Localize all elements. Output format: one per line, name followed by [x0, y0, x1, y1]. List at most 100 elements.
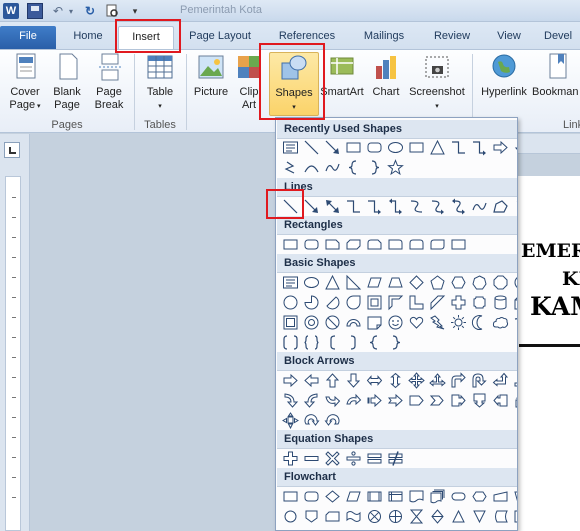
flowchart-connector-shape[interactable] — [280, 506, 300, 526]
quad-arrow-callout-shape[interactable] — [280, 410, 300, 430]
round-single-corner-rectangle-shape[interactable] — [385, 234, 405, 254]
table-button[interactable]: Table ▾ — [140, 52, 180, 116]
striped-right-arrow-shape[interactable] — [364, 390, 384, 410]
save-icon[interactable] — [27, 3, 43, 19]
tab-home[interactable]: Home — [65, 26, 111, 49]
double-brace-shape[interactable] — [301, 332, 321, 352]
double-bracket-shape[interactable] — [280, 332, 300, 352]
triangle-shape[interactable] — [427, 137, 447, 157]
tab-developer[interactable]: Devel — [544, 26, 580, 49]
screenshot-button[interactable]: Screenshot ▾ — [406, 52, 468, 116]
left-bracket-shape[interactable] — [322, 332, 342, 352]
flowchart-multidocument-shape[interactable] — [427, 486, 447, 506]
bent-up-arrow-shape[interactable] — [511, 370, 517, 390]
tab-view[interactable]: View — [488, 26, 530, 49]
flowchart-delay-shape[interactable] — [511, 506, 517, 526]
flowchart-collate-shape[interactable] — [406, 506, 426, 526]
snip-diagonal-rectangle-shape[interactable] — [343, 234, 363, 254]
rounded-rectangle-shape[interactable] — [301, 234, 321, 254]
rectangle-shape[interactable] — [406, 137, 426, 157]
text-box-shape[interactable] — [280, 272, 300, 292]
moon-shape[interactable] — [469, 312, 489, 332]
curved-double-arrow-connector-shape[interactable] — [448, 196, 468, 216]
customize-qat-icon[interactable]: ▾ — [127, 3, 143, 19]
bevel-shape[interactable] — [280, 312, 300, 332]
trapezoid-shape[interactable] — [385, 272, 405, 292]
document-page[interactable] — [517, 176, 580, 531]
pentagon-shape[interactable] — [427, 272, 447, 292]
chord-shape[interactable] — [322, 292, 342, 312]
cross-shape[interactable] — [448, 292, 468, 312]
elbow-connector-shape[interactable] — [448, 137, 468, 157]
left-right-arrow-shape[interactable] — [364, 370, 384, 390]
tab-references[interactable]: References — [272, 26, 342, 49]
rounded-rectangle-shape[interactable] — [364, 137, 384, 157]
flowchart-document-shape[interactable] — [406, 486, 426, 506]
half-frame-shape[interactable] — [385, 292, 405, 312]
oval-shape[interactable] — [385, 137, 405, 157]
arc-shape[interactable] — [511, 312, 517, 332]
down-arrow-shape[interactable] — [343, 370, 363, 390]
flowchart-off-page-connector-shape[interactable] — [301, 506, 321, 526]
elbow-arrow-connector-shape[interactable] — [364, 196, 384, 216]
tab-page-layout[interactable]: Page Layout — [182, 26, 258, 49]
blank-page-button[interactable]: Blank Page — [46, 52, 88, 116]
pentagon-arrow-shape[interactable] — [406, 390, 426, 410]
rectangle-shape[interactable] — [343, 137, 363, 157]
round-same-side-rectangle-shape[interactable] — [406, 234, 426, 254]
left-right-up-arrow-shape[interactable] — [427, 370, 447, 390]
curved-down-arrow-shape[interactable] — [343, 390, 363, 410]
print-preview-icon[interactable] — [104, 3, 120, 19]
flowchart-internal-storage-shape[interactable] — [385, 486, 405, 506]
flowchart-stored-data-shape[interactable] — [490, 506, 510, 526]
flowchart-manual-input-shape[interactable] — [490, 486, 510, 506]
redo-icon[interactable]: ↻ — [82, 3, 98, 19]
scribble-shape[interactable] — [511, 196, 517, 216]
left-up-arrow-shape[interactable] — [490, 370, 510, 390]
line-shape[interactable] — [280, 196, 300, 216]
rectangle-shape[interactable] — [280, 234, 300, 254]
plus-shape[interactable] — [280, 448, 300, 468]
circular-arrow-shape-2[interactable] — [322, 410, 342, 430]
cover-page-button[interactable]: Cover Page ▾ — [4, 52, 46, 116]
u-turn-arrow-shape[interactable] — [469, 370, 489, 390]
curve-shape[interactable] — [322, 157, 342, 177]
circular-arrow-shape[interactable] — [301, 410, 321, 430]
donut-shape[interactable] — [301, 312, 321, 332]
up-arrow-shape[interactable] — [322, 370, 342, 390]
bookmark-button[interactable]: Bookman — [532, 52, 580, 116]
freeform-shape[interactable] — [280, 157, 300, 177]
tab-file[interactable]: File — [0, 26, 56, 49]
lightning-bolt-shape[interactable] — [427, 312, 447, 332]
arc-shape[interactable] — [301, 157, 321, 177]
flowchart-decision-shape[interactable] — [322, 486, 342, 506]
right-bracket-shape[interactable] — [343, 332, 363, 352]
rectangle-shape[interactable] — [448, 234, 468, 254]
picture-button[interactable]: Picture — [190, 52, 232, 116]
star-shape[interactable] — [385, 157, 405, 177]
shapes-button[interactable]: Shapes ▾ — [269, 52, 319, 116]
flowchart-terminator-shape[interactable] — [448, 486, 468, 506]
right-arrow-shape[interactable] — [280, 370, 300, 390]
frame-shape[interactable] — [364, 292, 384, 312]
notched-right-arrow-shape[interactable] — [385, 390, 405, 410]
left-brace-shape[interactable] — [364, 332, 384, 352]
right-brace-shape[interactable] — [364, 157, 384, 177]
word-app-icon[interactable]: W — [3, 3, 19, 19]
flowchart-or-shape[interactable] — [385, 506, 405, 526]
folded-corner-shape[interactable] — [364, 312, 384, 332]
octagon-shape[interactable] — [490, 272, 510, 292]
cloud-shape[interactable] — [490, 312, 510, 332]
curved-up-arrow-shape[interactable] — [322, 390, 342, 410]
flowchart-preparation-shape[interactable] — [469, 486, 489, 506]
left-arrow-callout-shape[interactable] — [490, 390, 510, 410]
curved-arrow-connector-shape[interactable] — [427, 196, 447, 216]
no-symbol-shape[interactable] — [322, 312, 342, 332]
flowchart-card-shape[interactable] — [322, 506, 342, 526]
smiley-face-shape[interactable] — [385, 312, 405, 332]
chevron-arrow-shape[interactable] — [427, 390, 447, 410]
smartart-button[interactable]: SmartArt — [320, 52, 364, 116]
curved-left-arrow-shape[interactable] — [301, 390, 321, 410]
down-arrow-callout-shape[interactable] — [469, 390, 489, 410]
triangle-shape[interactable] — [322, 272, 342, 292]
